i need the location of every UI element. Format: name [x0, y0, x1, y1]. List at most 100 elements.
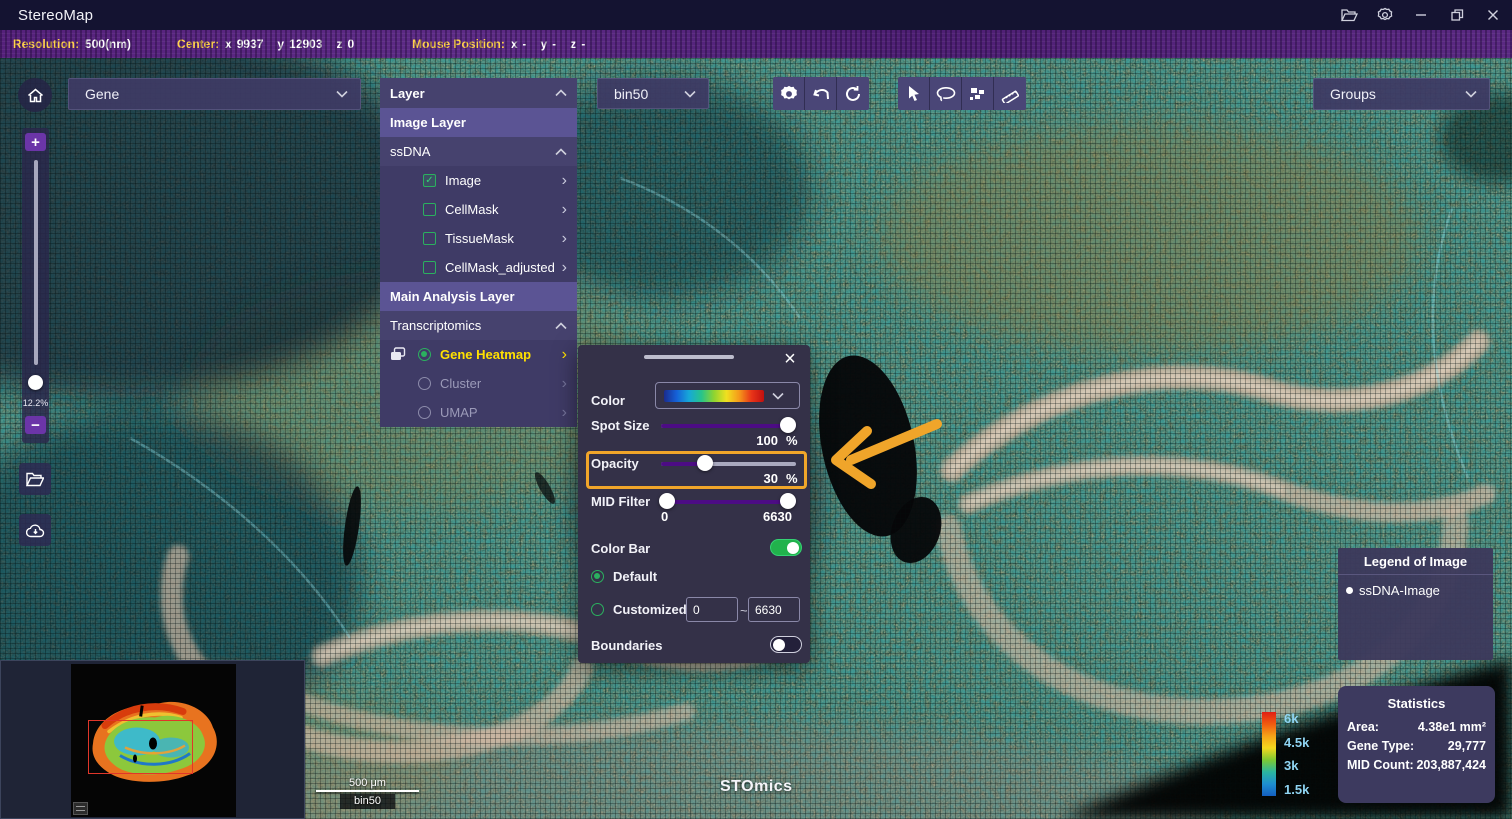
zoom-out-button[interactable]: −	[25, 416, 46, 434]
customized-max-input[interactable]	[748, 597, 800, 622]
spot-size-slider-handle[interactable]	[780, 417, 796, 433]
minimap-viewport-rect[interactable]	[88, 720, 193, 774]
color-bar-label: Color Bar	[591, 541, 650, 556]
export-button[interactable]	[19, 514, 51, 546]
chevron-up-icon	[555, 148, 567, 156]
status-info-bar: Resolution: 500(nm) Center: x 9937 y 12903…	[0, 30, 1512, 58]
chevron-right-icon[interactable]: ›	[562, 202, 567, 218]
layer-row-cellmask[interactable]: CellMask ›	[380, 195, 577, 224]
mid-filter-range-slider[interactable]	[661, 493, 796, 509]
colormap-dropdown[interactable]	[655, 382, 800, 409]
annotation-arrow-icon	[815, 398, 950, 498]
chevron-right-icon[interactable]: ›	[562, 231, 567, 247]
groups-dropdown[interactable]: Groups	[1313, 78, 1490, 110]
image-checkbox[interactable]: ✓	[423, 174, 436, 187]
transcriptomics-group-header[interactable]: Transcriptomics	[380, 311, 577, 340]
mid-filter-max-handle[interactable]	[780, 493, 796, 509]
gene-dropdown[interactable]: Gene	[68, 78, 361, 110]
main-analysis-section-header[interactable]: Main Analysis Layer	[380, 282, 577, 311]
refresh-tool-button[interactable]	[837, 77, 869, 110]
colorbar-tick: 4.5k	[1284, 736, 1324, 749]
legend-item-label: ssDNA-Image	[1359, 583, 1440, 598]
measure-tool-button[interactable]	[994, 77, 1026, 110]
center-z-axis: z	[336, 37, 342, 51]
chevron-right-icon[interactable]: ›	[562, 260, 567, 276]
zoom-slider-track[interactable]	[34, 160, 38, 365]
zoom-control: + 12.2% −	[22, 128, 49, 443]
center-x-value: 9937	[237, 37, 264, 51]
cellmask-adjusted-checkbox[interactable]	[423, 261, 436, 274]
resolution-readout: Resolution: 500(nm)	[13, 37, 135, 51]
layer-row-gene-heatmap[interactable]: Gene Heatmap ›	[380, 340, 577, 369]
heatmap-settings-popup: × Color Spot Size 100 % Opacity 30 % MID…	[578, 345, 810, 663]
chevron-up-icon	[555, 322, 567, 330]
layer-panel-header[interactable]: Layer	[380, 78, 577, 108]
popup-close-icon[interactable]: ×	[780, 349, 800, 369]
layer-row-cellmask-adjusted[interactable]: CellMask_adjusted ›	[380, 253, 577, 282]
legend-item[interactable]: ssDNA-Image	[1338, 575, 1493, 598]
overview-minimap[interactable]	[0, 660, 305, 819]
multi-select-tool-button[interactable]	[962, 77, 994, 110]
spot-size-label: Spot Size	[591, 418, 650, 433]
layer-row-tissuemask[interactable]: TissueMask ›	[380, 224, 577, 253]
lasso-tool-button[interactable]	[930, 77, 962, 110]
open-folder-button[interactable]	[19, 463, 51, 495]
layer-row-cluster[interactable]: Cluster ›	[380, 369, 577, 398]
ssdna-group-header[interactable]: ssDNA	[380, 137, 577, 166]
chevron-down-icon	[336, 90, 348, 98]
chevron-right-icon[interactable]: ›	[562, 347, 567, 363]
tissuemask-checkbox[interactable]	[423, 232, 436, 245]
gene-heatmap-radio[interactable]	[418, 348, 431, 361]
resolution-value: 500(nm)	[85, 37, 131, 51]
settings-gear-icon[interactable]	[1374, 4, 1396, 26]
default-option[interactable]: Default	[591, 569, 657, 584]
select-tool-button[interactable]	[898, 77, 930, 110]
gene-dropdown-label: Gene	[85, 86, 119, 102]
bin-size-dropdown[interactable]: bin50	[597, 78, 709, 109]
scale-bin-label: bin50	[340, 794, 395, 809]
umap-radio[interactable]	[418, 406, 431, 419]
scale-distance-label: 500 μm	[310, 777, 425, 789]
center-y-axis: y	[277, 37, 284, 51]
window-controls	[1338, 0, 1504, 30]
center-y-value: 12903	[289, 37, 322, 51]
customized-min-input[interactable]	[686, 597, 738, 622]
settings-tool-button[interactable]	[773, 77, 805, 110]
restore-icon[interactable]	[1446, 4, 1468, 26]
popup-drag-handle[interactable]	[644, 355, 734, 359]
mid-filter-min-value: 0	[661, 509, 668, 524]
grouping-icon	[969, 86, 986, 102]
zoom-slider-handle[interactable]	[28, 375, 43, 390]
image-layer-section-header[interactable]: Image Layer	[380, 108, 577, 137]
boundaries-toggle[interactable]	[770, 636, 802, 653]
open-file-icon[interactable]	[1338, 4, 1360, 26]
spot-size-slider[interactable]	[661, 417, 796, 433]
color-bar-toggle[interactable]	[770, 539, 802, 556]
chevron-right-icon[interactable]: ›	[562, 173, 567, 189]
layers-copy-icon	[390, 347, 406, 361]
layer-row-image[interactable]: ✓ Image ›	[380, 166, 577, 195]
mid-filter-max-value: 6630	[763, 509, 792, 524]
layer-row-umap[interactable]: UMAP ›	[380, 398, 577, 427]
default-radio[interactable]	[591, 570, 604, 583]
mid-filter-min-handle[interactable]	[659, 493, 675, 509]
mouse-y-value: -	[552, 37, 556, 51]
title-bar: StereoMap	[0, 0, 1512, 30]
default-label: Default	[613, 569, 657, 584]
opacity-highlight-box	[586, 451, 807, 489]
range-separator: ~	[740, 603, 748, 618]
cellmask-checkbox[interactable]	[423, 203, 436, 216]
colorbar-tick: 6k	[1284, 712, 1324, 725]
chevron-right-icon: ›	[562, 376, 567, 392]
close-icon[interactable]	[1482, 4, 1504, 26]
minimize-icon[interactable]	[1410, 4, 1432, 26]
zoom-in-button[interactable]: +	[25, 133, 46, 151]
undo-tool-button[interactable]	[805, 77, 837, 110]
color-label: Color	[591, 393, 625, 408]
mouse-x-axis: x	[511, 37, 518, 51]
center-label: Center:	[177, 37, 219, 51]
customized-option[interactable]: Customized	[591, 602, 687, 617]
customized-radio[interactable]	[591, 603, 604, 616]
home-button[interactable]	[18, 78, 52, 112]
cluster-radio[interactable]	[418, 377, 431, 390]
